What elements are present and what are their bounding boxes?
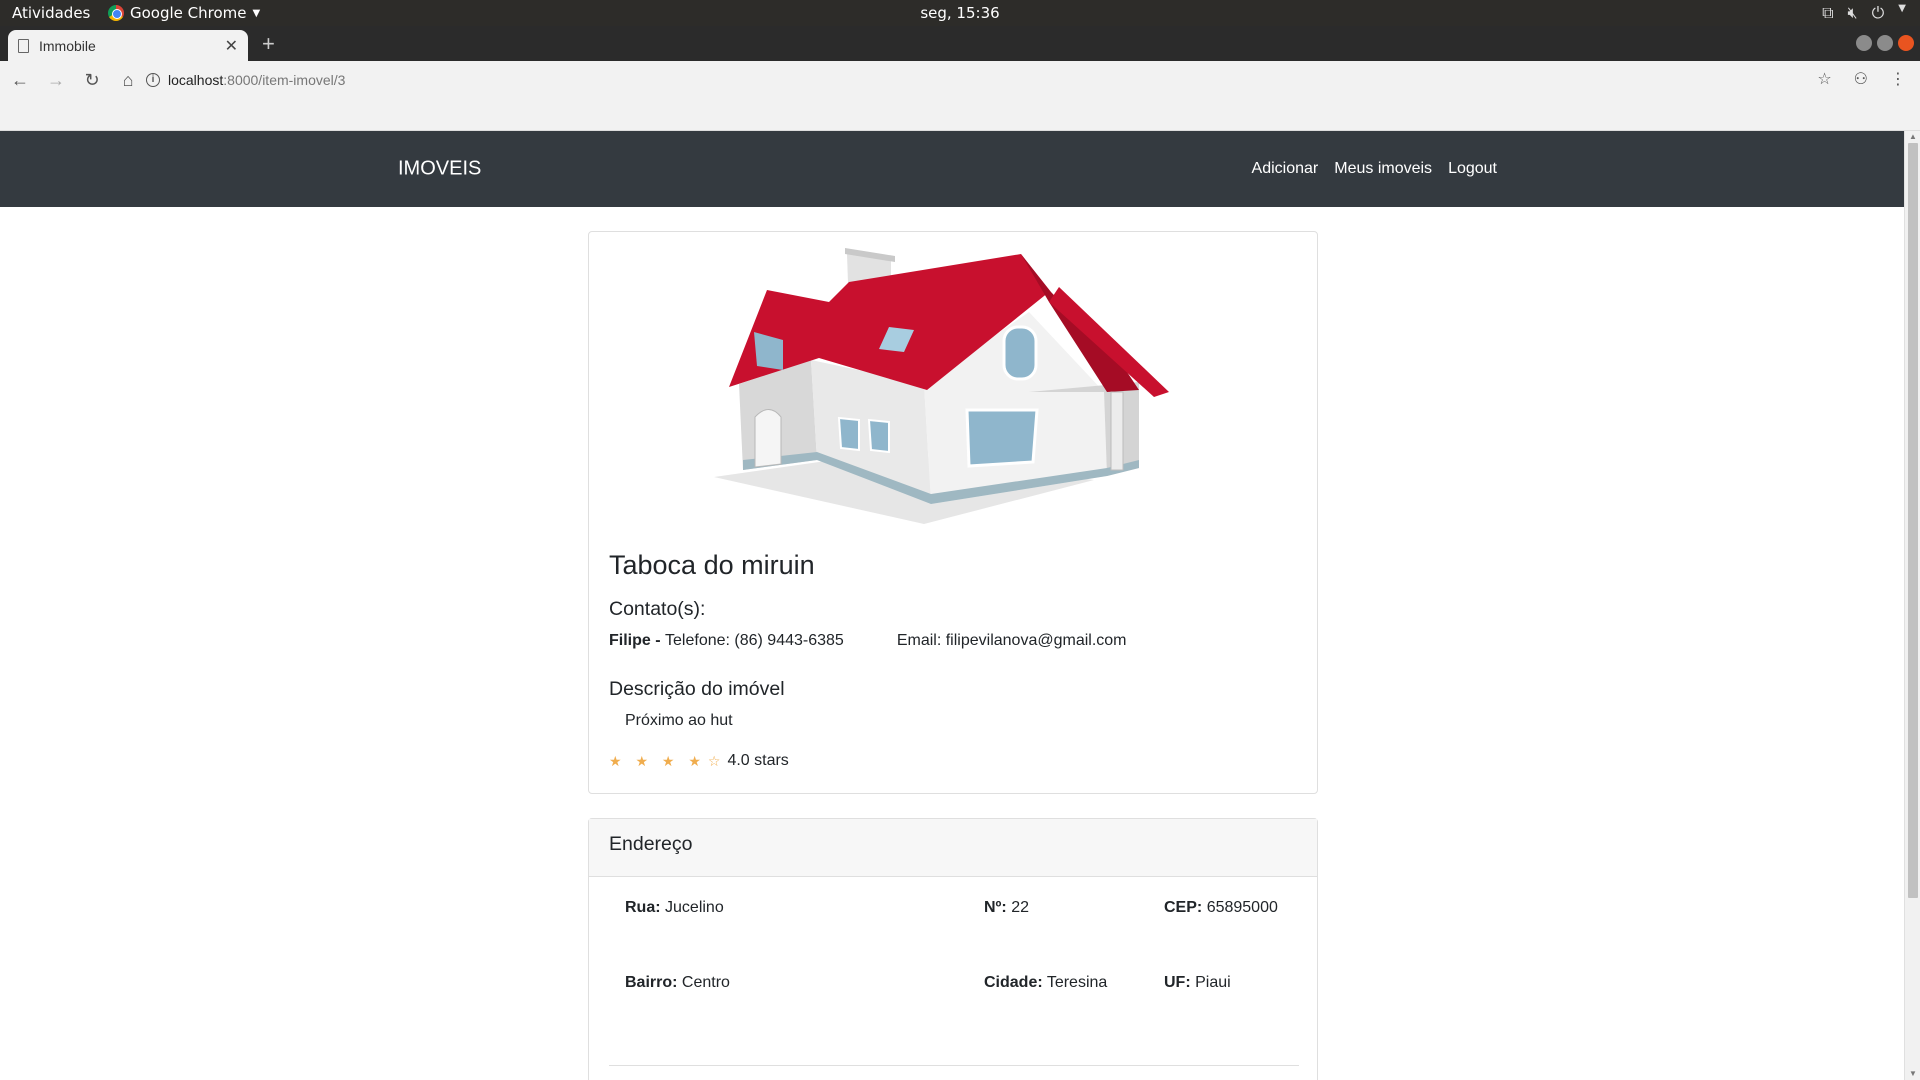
empty-star-icon: ☆ bbox=[707, 752, 726, 769]
tab-title: Immobile bbox=[39, 37, 96, 54]
contacts-heading: Contato(s): bbox=[609, 598, 706, 620]
city-value: Teresina bbox=[1046, 974, 1108, 991]
site-navbar: IMOVEIS Adicionar Meus imoveis Logout bbox=[0, 131, 1904, 207]
scroll-up-icon[interactable]: ▲ bbox=[1909, 132, 1917, 141]
address-heading: Endereço bbox=[589, 819, 1317, 877]
address-number: Nº: 22 bbox=[984, 899, 1029, 917]
cep-value: 65895000 bbox=[1206, 899, 1278, 916]
system-tray[interactable]: ⧉ 🔇︎ ⏻ ▼ bbox=[1822, 3, 1906, 23]
window-controls bbox=[1856, 35, 1914, 51]
nav-link-meus-imoveis[interactable]: Meus imoveis bbox=[1334, 160, 1432, 178]
new-tab-button[interactable]: + bbox=[262, 31, 275, 57]
caret-down-icon: ▼ bbox=[1898, 3, 1906, 14]
filled-stars-icon: ★ ★ ★ ★ bbox=[609, 752, 706, 769]
close-window-button[interactable] bbox=[1898, 35, 1914, 51]
description-text: Próximo ao hut bbox=[625, 712, 733, 729]
extension-icon[interactable]: ⚇ bbox=[1854, 69, 1868, 89]
browser-toolbar: ← → ↻ ⌂ i localhost:8000/item-imovel/3 ☆… bbox=[0, 61, 1920, 99]
address-city: Cidade: Teresina bbox=[984, 974, 1107, 992]
reload-icon[interactable]: ↻ bbox=[76, 70, 108, 91]
phone-value: (86) 9443-6385 bbox=[734, 632, 844, 649]
email-value: filipevilanova@gmail.com bbox=[945, 632, 1127, 649]
speaker-muted-icon: 🔇︎ bbox=[1847, 3, 1858, 22]
district-label: Bairro: bbox=[625, 974, 678, 991]
brand-link[interactable]: IMOVEIS bbox=[398, 158, 481, 181]
back-arrow-icon[interactable]: ← bbox=[4, 70, 36, 91]
state-value: Piaui bbox=[1195, 974, 1231, 991]
minimize-button[interactable] bbox=[1856, 35, 1872, 51]
system-top-bar: Atividades Google Chrome ▼ seg, 15:36 ⧉ … bbox=[0, 0, 1920, 26]
close-tab-icon[interactable]: ✕ bbox=[225, 36, 238, 56]
info-icon[interactable]: i bbox=[146, 73, 160, 87]
address-street: Rua: Jucelino bbox=[625, 899, 724, 917]
url-path: :8000/item-imovel/3 bbox=[223, 72, 346, 88]
address-state: UF: Piaui bbox=[1164, 974, 1231, 992]
page-icon bbox=[18, 38, 29, 53]
scrollbar-thumb[interactable] bbox=[1908, 143, 1918, 898]
description-heading: Descrição do imóvel bbox=[609, 678, 785, 700]
menu-kebab-icon[interactable]: ⋮ bbox=[1890, 69, 1906, 89]
nav-link-adicionar[interactable]: Adicionar bbox=[1252, 160, 1319, 178]
contact-name: Filipe - bbox=[609, 632, 661, 649]
street-value: Jucelino bbox=[665, 899, 724, 916]
state-label: UF: bbox=[1164, 974, 1191, 991]
contact-line: Filipe - Telefone: (86) 9443-6385 Email:… bbox=[609, 632, 1127, 650]
card-divider bbox=[609, 1065, 1299, 1066]
network-icon: ⧉ bbox=[1822, 3, 1834, 22]
rating-label: 4.0 stars bbox=[727, 752, 789, 769]
home-icon[interactable]: ⌂ bbox=[112, 70, 144, 91]
property-card: Taboca do miruin Contato(s): Filipe - Te… bbox=[588, 231, 1318, 794]
address-card: Endereço Rua: Jucelino Nº: 22 CEP: 65895… bbox=[588, 818, 1318, 1080]
city-label: Cidade: bbox=[984, 974, 1043, 991]
nav-links: Adicionar Meus imoveis Logout bbox=[1252, 160, 1497, 178]
address-district: Bairro: Centro bbox=[625, 974, 730, 992]
page-scrollbar[interactable]: ▲ ▼ bbox=[1904, 131, 1920, 1080]
bookmarks-bar bbox=[0, 99, 1920, 131]
property-title: Taboca do miruin bbox=[609, 550, 815, 580]
email-label: Email: bbox=[896, 632, 942, 649]
phone-label: Telefone: bbox=[665, 632, 730, 649]
house-image bbox=[714, 248, 1169, 524]
tab-strip: Immobile ✕ + bbox=[0, 26, 1920, 61]
street-label: Rua: bbox=[625, 899, 661, 916]
page-viewport: IMOVEIS Adicionar Meus imoveis Logout Ta… bbox=[0, 131, 1904, 1080]
nav-link-logout[interactable]: Logout bbox=[1448, 160, 1497, 178]
star-rating: ★ ★ ★ ★ ☆ 4.0 stars bbox=[609, 752, 789, 770]
tab-immobile[interactable]: Immobile ✕ bbox=[8, 30, 248, 61]
cep-label: CEP: bbox=[1164, 899, 1203, 916]
scroll-down-icon[interactable]: ▼ bbox=[1909, 1069, 1917, 1078]
number-label: Nº: bbox=[984, 899, 1007, 916]
maximize-button[interactable] bbox=[1877, 35, 1893, 51]
address-cep: CEP: 65895000 bbox=[1164, 899, 1278, 917]
number-value: 22 bbox=[1011, 899, 1029, 916]
address-bar[interactable]: i localhost:8000/item-imovel/3 bbox=[146, 67, 1796, 93]
power-icon: ⏻ bbox=[1871, 3, 1885, 22]
url-host: localhost bbox=[168, 72, 224, 88]
bookmark-star-icon[interactable]: ☆ bbox=[1817, 69, 1831, 89]
clock[interactable]: seg, 15:36 bbox=[0, 4, 1920, 22]
forward-arrow-icon[interactable]: → bbox=[40, 70, 72, 91]
district-value: Centro bbox=[681, 974, 730, 991]
